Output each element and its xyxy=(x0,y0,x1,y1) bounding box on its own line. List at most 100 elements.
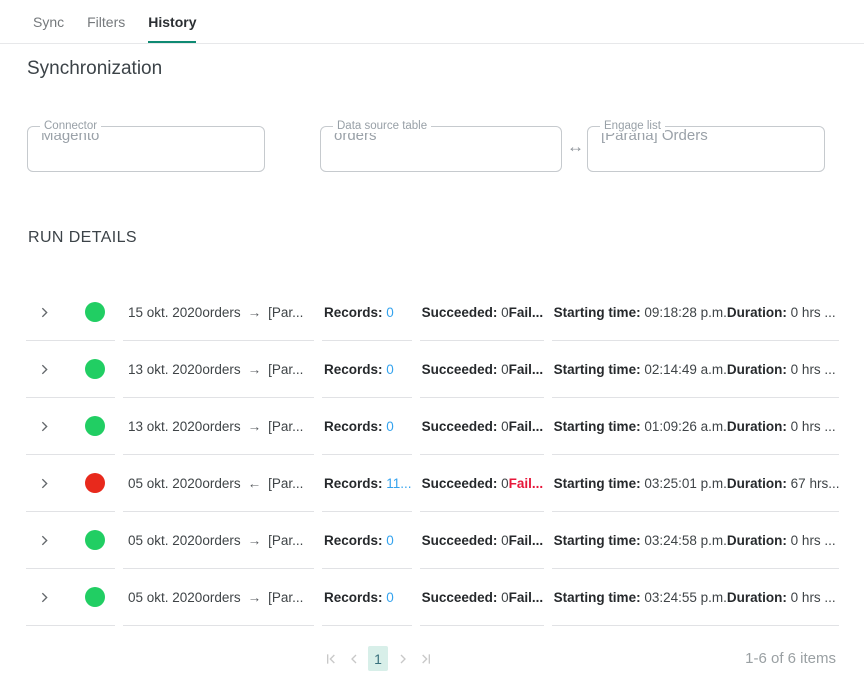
records-label: Records: xyxy=(324,362,383,377)
succeeded-value: 0 xyxy=(501,305,509,320)
succeeded-value: 0 xyxy=(501,362,509,377)
direction-arrow-icon: ← xyxy=(248,476,262,491)
data-source-table-value: orders xyxy=(321,127,561,171)
table-row: 05 okt. 2020orders←[Par... Records: 11..… xyxy=(26,455,839,512)
pager: 1 1-6 of 6 items xyxy=(0,640,864,680)
run-source: orders xyxy=(202,590,240,605)
table-row: 05 okt. 2020orders → [Par... Records: 0 Su… xyxy=(26,569,839,626)
run-date: 13 okt. 2020 xyxy=(128,362,202,377)
table-row: 05 okt. 2020orders→[Par... Records: 0 Su… xyxy=(26,512,839,569)
chevron-left-icon xyxy=(346,651,362,667)
engage-list-field[interactable]: Engage list [Parana] Orders xyxy=(587,126,825,172)
records-label: Records: xyxy=(324,590,383,605)
chevron-right-icon xyxy=(38,306,51,319)
table-row: 13 okt. 2020orders→[Par... Records: 0 Su… xyxy=(26,398,839,455)
first-page-icon xyxy=(323,651,339,667)
chevron-right-icon xyxy=(38,534,51,547)
expand-row-button[interactable] xyxy=(37,533,51,547)
run-source: orders xyxy=(202,362,240,377)
expand-row-button[interactable] xyxy=(37,476,51,490)
expand-row-button[interactable] xyxy=(37,419,51,433)
succeeded-label: Succeeded: xyxy=(422,305,498,320)
duration-value: 0 hrs ... xyxy=(791,419,836,434)
run-date: 05 okt. 2020 xyxy=(128,476,202,491)
direction-arrow-icon: → xyxy=(248,590,262,605)
duration-value: 67 hrs... xyxy=(791,476,840,491)
duration-value: 0 hrs ... xyxy=(791,533,836,548)
succeeded-label: Succeeded: xyxy=(422,476,498,491)
starting-time-label: Starting time: xyxy=(554,476,641,491)
records-label: Records: xyxy=(324,533,383,548)
first-page-button[interactable] xyxy=(322,650,339,667)
run-date: 05 okt. 2020 xyxy=(128,533,202,548)
expand-row-button[interactable] xyxy=(37,305,51,319)
run-target: [Par... xyxy=(268,362,303,377)
starting-time-label: Starting time: xyxy=(554,362,641,377)
records-value: 0 xyxy=(386,362,394,377)
records-value: 0 xyxy=(386,305,394,320)
starting-time-value: 03:24:55 p.m. xyxy=(644,590,727,605)
expand-row-button[interactable] xyxy=(37,590,51,604)
previous-page-button[interactable] xyxy=(345,650,362,667)
run-source: orders xyxy=(202,305,240,320)
succeeded-value: 0 xyxy=(501,590,509,605)
run-source: orders xyxy=(202,533,240,548)
direction-arrow-icon: → xyxy=(248,362,262,377)
status-dot xyxy=(85,416,105,436)
duration-label: Duration: xyxy=(727,476,787,491)
run-target: [Par... xyxy=(268,305,303,320)
direction-arrow-icon: → xyxy=(248,533,262,548)
data-source-table-label: Data source table xyxy=(333,120,431,133)
swap-horizontal-icon: ↔ xyxy=(565,137,586,157)
failed-label: Fail... xyxy=(509,419,544,434)
succeeded-value: 0 xyxy=(501,476,509,491)
starting-time-label: Starting time: xyxy=(554,533,641,548)
page-number-button[interactable]: 1 xyxy=(368,646,388,671)
direction-arrow-icon: → xyxy=(248,419,262,434)
data-source-table-field[interactable]: Data source table orders xyxy=(320,126,562,172)
run-target: [Par... xyxy=(268,533,303,548)
starting-time-value: 02:14:49 a.m. xyxy=(644,362,727,377)
chevron-right-icon xyxy=(38,363,51,376)
tab-filters[interactable]: Filters xyxy=(87,0,125,43)
status-dot xyxy=(85,302,105,322)
duration-value: 0 hrs ... xyxy=(791,362,836,377)
engage-list-value: [Parana] Orders xyxy=(588,127,824,171)
run-date: 05 okt. 2020 xyxy=(128,590,202,605)
status-dot xyxy=(85,587,105,607)
run-target: [Par... xyxy=(268,590,303,605)
run-details-title: RUN DETAILS xyxy=(28,229,864,247)
run-history-grid: 15 okt. 2020orders→[Par... Records: 0 Su… xyxy=(18,284,847,626)
succeeded-label: Succeeded: xyxy=(422,419,498,434)
expand-row-button[interactable] xyxy=(37,362,51,376)
succeeded-label: Succeeded: xyxy=(422,590,498,605)
starting-time-label: Starting time: xyxy=(554,305,641,320)
failed-label: Fail... xyxy=(509,305,544,320)
direction-arrow-icon: → xyxy=(248,305,262,320)
starting-time-label: Starting time: xyxy=(554,419,641,434)
connector-field[interactable]: Connector Magento xyxy=(27,126,265,172)
records-label: Records: xyxy=(324,419,383,434)
failed-label: Fail... xyxy=(509,590,544,605)
run-source: orders xyxy=(202,476,240,491)
next-page-button[interactable] xyxy=(394,650,411,667)
duration-value: 0 hrs ... xyxy=(791,305,836,320)
duration-value: 0 hrs ... xyxy=(791,590,836,605)
pager-nav: 1 xyxy=(322,646,434,671)
run-target: [Par... xyxy=(268,419,303,434)
tab-sync[interactable]: Sync xyxy=(33,0,64,43)
chevron-right-icon xyxy=(38,591,51,604)
starting-time-value: 09:18:28 p.m. xyxy=(644,305,727,320)
failed-label: Fail... xyxy=(509,533,544,548)
starting-time-value: 03:25:01 p.m. xyxy=(644,476,727,491)
last-page-button[interactable] xyxy=(417,650,434,667)
starting-time-value: 03:24:58 p.m. xyxy=(644,533,727,548)
records-label: Records: xyxy=(324,305,383,320)
duration-label: Duration: xyxy=(727,362,787,377)
tab-history[interactable]: History xyxy=(148,0,196,43)
status-dot xyxy=(85,473,105,493)
failed-label: Fail... xyxy=(509,362,544,377)
chevron-right-icon xyxy=(38,420,51,433)
run-source: orders xyxy=(202,419,240,434)
last-page-icon xyxy=(418,651,434,667)
